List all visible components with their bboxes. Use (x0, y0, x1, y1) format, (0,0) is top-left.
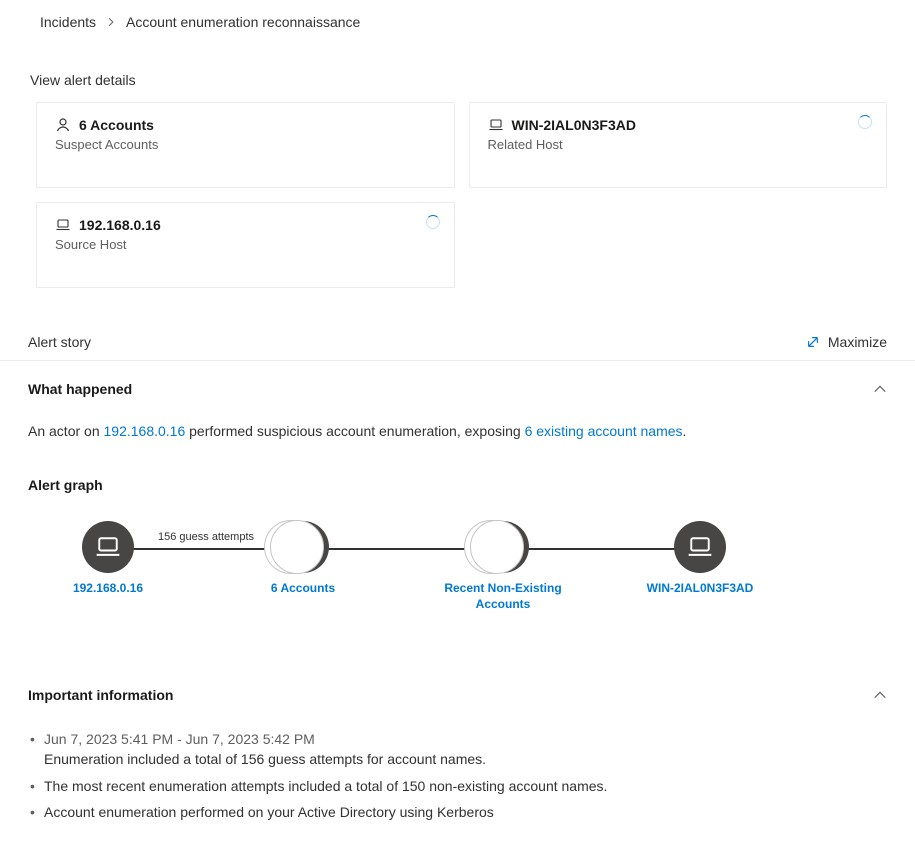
alert-story-title: Alert story (28, 334, 91, 350)
person-icon (277, 521, 329, 573)
wh-ip-link[interactable]: 192.168.0.16 (104, 423, 186, 439)
chevron-up-icon (873, 382, 887, 396)
graph-node-label: Recent Non-Existing Accounts (433, 581, 573, 612)
info-line1b: Enumeration included a total of 156 gues… (44, 751, 486, 767)
wh-accounts-link[interactable]: 6 existing account names (525, 423, 683, 439)
breadcrumb-parent[interactable]: Incidents (40, 14, 96, 30)
related-host-card[interactable]: WIN-2IAL0N3F3AD Related Host (469, 102, 888, 188)
maximize-icon (806, 335, 820, 349)
alert-graph-title: Alert graph (0, 463, 915, 503)
wh-suffix: . (683, 423, 687, 439)
info-time-range: Jun 7, 2023 5:41 PM - Jun 7, 2023 5:42 P… (44, 729, 887, 749)
graph-node-label: 6 Accounts (271, 581, 335, 597)
graph-node-accounts[interactable]: 6 Accounts (233, 521, 373, 597)
accounts-card-subtitle: Suspect Accounts (55, 137, 436, 152)
graph-node-source[interactable]: 192.168.0.16 (38, 521, 178, 597)
list-item: Account enumeration performed on your Ac… (28, 802, 887, 822)
view-alert-details-heading: View alert details (0, 44, 915, 102)
alert-story-header: Alert story Maximize (0, 288, 915, 361)
alert-graph: 156 guess attempts 192.168.0.16 6 Accoun… (28, 521, 887, 631)
laptop-icon (674, 521, 726, 573)
graph-node-label: 192.168.0.16 (73, 581, 143, 597)
source-host-card-subtitle: Source Host (55, 237, 436, 252)
laptop-icon (488, 117, 504, 133)
laptop-icon (82, 521, 134, 573)
related-host-card-title: WIN-2IAL0N3F3AD (512, 117, 636, 133)
accounts-card-title: 6 Accounts (79, 117, 154, 133)
what-happened-title: What happened (28, 381, 132, 397)
graph-node-nonexisting[interactable]: Recent Non-Existing Accounts (433, 521, 573, 612)
what-happened-header[interactable]: What happened (0, 361, 915, 413)
source-host-card[interactable]: 192.168.0.16 Source Host (36, 202, 455, 288)
breadcrumb-current: Account enumeration reconnaissance (126, 14, 360, 30)
graph-node-target[interactable]: WIN-2IAL0N3F3AD (630, 521, 770, 597)
graph-node-label: WIN-2IAL0N3F3AD (647, 581, 754, 597)
maximize-button[interactable]: Maximize (806, 334, 887, 350)
loading-spinner-icon (426, 215, 440, 229)
chevron-right-icon (106, 17, 116, 27)
person-icon (55, 117, 71, 133)
question-icon (477, 521, 529, 573)
wh-middle: performed suspicious account enumeration… (185, 423, 524, 439)
chevron-up-icon (873, 688, 887, 702)
important-info-list: Jun 7, 2023 5:41 PM - Jun 7, 2023 5:42 P… (0, 719, 915, 852)
list-item: The most recent enumeration attempts inc… (28, 776, 887, 796)
laptop-icon (55, 217, 71, 233)
source-host-card-title: 192.168.0.16 (79, 217, 161, 233)
list-item: Jun 7, 2023 5:41 PM - Jun 7, 2023 5:42 P… (28, 729, 887, 770)
entity-card-grid: 6 Accounts Suspect Accounts WIN-2IAL0N3F… (0, 102, 915, 288)
loading-spinner-icon (858, 115, 872, 129)
important-info-header[interactable]: Important information (0, 667, 915, 719)
wh-prefix: An actor on (28, 423, 104, 439)
maximize-label: Maximize (828, 334, 887, 350)
important-info-title: Important information (28, 687, 173, 703)
related-host-card-subtitle: Related Host (488, 137, 869, 152)
accounts-card[interactable]: 6 Accounts Suspect Accounts (36, 102, 455, 188)
breadcrumb: Incidents Account enumeration reconnaiss… (0, 0, 915, 44)
what-happened-body: An actor on 192.168.0.16 performed suspi… (0, 413, 915, 463)
